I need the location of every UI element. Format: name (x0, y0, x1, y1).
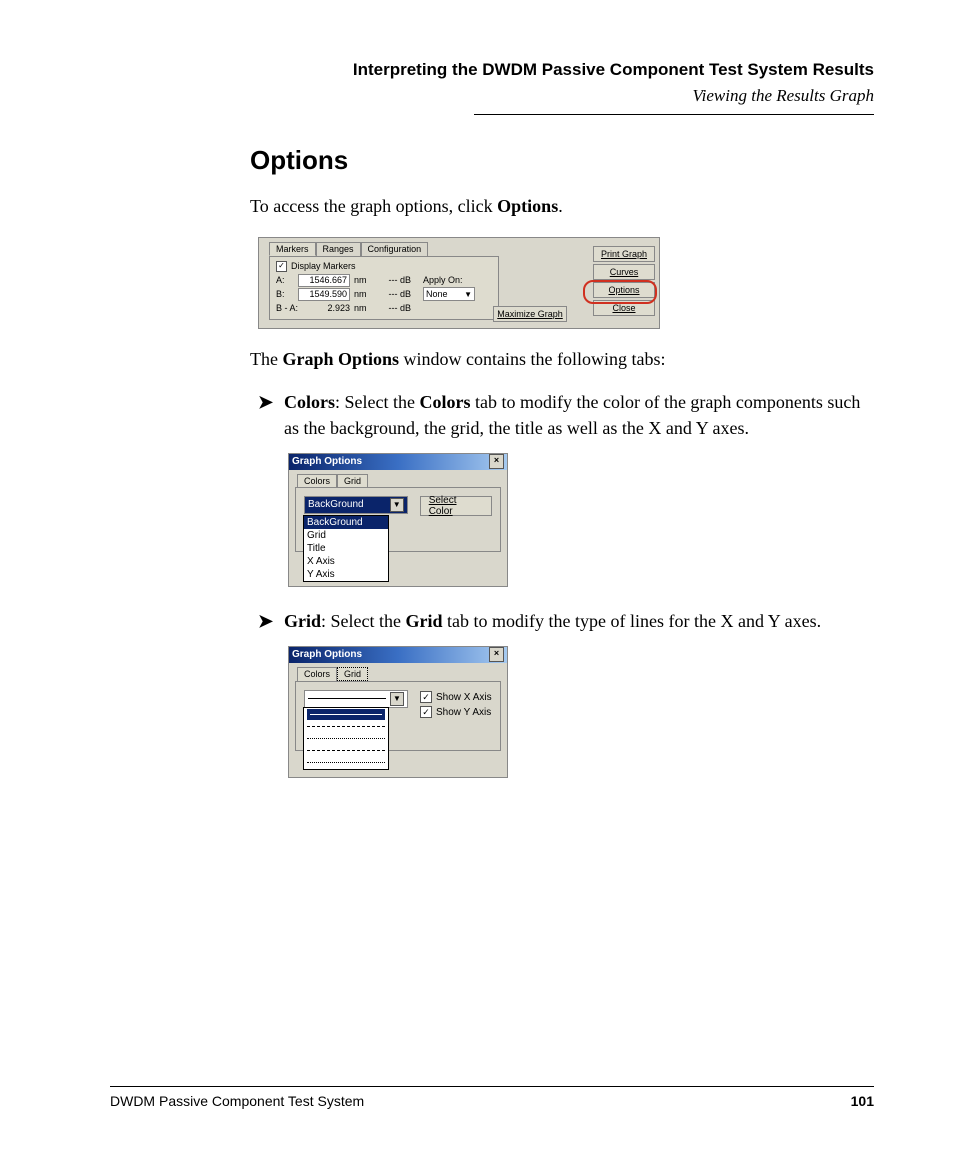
colors-b2: Colors (419, 392, 470, 412)
tab-grid[interactable]: Grid (337, 474, 368, 487)
chevron-down-icon: ▼ (464, 290, 472, 299)
show-x-label: Show X Axis (436, 690, 492, 705)
tab-configuration[interactable]: Configuration (361, 242, 429, 256)
tab-colors[interactable]: Colors (297, 474, 337, 487)
header-rule (474, 114, 874, 115)
options-toolbar-screenshot: Markers Ranges Configuration Display Mar… (258, 237, 660, 329)
section-heading: Options (250, 145, 874, 176)
grid-b2: Grid (406, 611, 443, 631)
maximize-graph-button[interactable]: Maximize Graph (493, 306, 567, 322)
color-target-value: BackGround (308, 499, 364, 510)
page-subheader: Viewing the Results Graph (110, 86, 874, 106)
grid-t2: tab to modify the type of lines for the … (443, 611, 822, 631)
graph-options-grid-dialog: Graph Options × Colors Grid ▼ Show X Axi… (288, 646, 508, 778)
list-item[interactable]: Y Axis (304, 568, 388, 581)
mid-text: The Graph Options window contains the fo… (250, 347, 874, 372)
rowBA-label: B - A: (276, 303, 300, 313)
list-item[interactable] (307, 721, 385, 732)
footer-left: DWDM Passive Component Test System (110, 1093, 364, 1109)
show-y-checkbox[interactable] (420, 706, 432, 718)
intro-text: To access the graph options, click Optio… (250, 194, 874, 219)
rowB-value[interactable]: 1549.590 (298, 288, 350, 301)
mid-pre: The (250, 349, 282, 369)
rowB-db: --- dB (389, 289, 412, 299)
dialog-title: Graph Options (292, 456, 362, 467)
list-item[interactable] (307, 733, 385, 744)
arrow-icon: ➤ (258, 609, 284, 634)
tab-ranges[interactable]: Ranges (316, 242, 361, 256)
select-color-button[interactable]: Select Color (420, 496, 492, 516)
mid-post: window contains the following tabs: (399, 349, 665, 369)
list-item[interactable]: Title (304, 542, 388, 555)
grid-bullet: Grid: Select the Grid tab to modify the … (284, 609, 874, 634)
page-number: 101 (851, 1093, 874, 1109)
rowA-label: A: (276, 275, 294, 285)
colors-t1: : Select the (335, 392, 419, 412)
apply-on-value: None (426, 289, 448, 299)
close-icon[interactable]: × (489, 454, 504, 469)
list-item[interactable]: BackGround (304, 516, 388, 529)
list-item[interactable] (307, 745, 385, 756)
arrow-icon: ➤ (258, 390, 284, 440)
display-markers-checkbox[interactable] (276, 261, 287, 272)
close-icon[interactable]: × (489, 647, 504, 662)
show-y-label: Show Y Axis (436, 705, 491, 720)
chevron-down-icon: ▼ (390, 498, 404, 512)
show-x-checkbox[interactable] (420, 691, 432, 703)
rowBA-unit: nm (354, 303, 367, 313)
dialog-title: Graph Options (292, 649, 362, 660)
colors-bullet: Colors: Select the Colors tab to modify … (284, 390, 874, 440)
rowA-apply: Apply On: (423, 275, 463, 285)
intro-bold: Options (497, 196, 558, 216)
grid-b1: Grid (284, 611, 321, 631)
mid-bold: Graph Options (282, 349, 399, 369)
rowBA-db: --- dB (389, 303, 412, 313)
list-item[interactable] (307, 709, 385, 720)
curves-button[interactable]: Curves (593, 264, 655, 280)
graph-options-colors-dialog: Graph Options × Colors Grid BackGround ▼… (288, 453, 508, 587)
intro-pre: To access the graph options, click (250, 196, 497, 216)
list-item[interactable] (307, 757, 385, 768)
list-item[interactable]: X Axis (304, 555, 388, 568)
rowA-unit: nm (354, 275, 367, 285)
chevron-down-icon: ▼ (390, 692, 404, 706)
list-item[interactable]: Grid (304, 529, 388, 542)
tab-markers[interactable]: Markers (269, 242, 316, 256)
grid-t1: : Select the (321, 611, 405, 631)
line-style-combo[interactable]: ▼ (304, 690, 408, 708)
colors-b1: Colors (284, 392, 335, 412)
display-markers-label: Display Markers (291, 261, 356, 271)
page-header: Interpreting the DWDM Passive Component … (110, 60, 874, 80)
intro-post: . (558, 196, 563, 216)
tab-grid[interactable]: Grid (337, 667, 368, 681)
print-graph-button[interactable]: Print Graph (593, 246, 655, 262)
options-highlight-circle (583, 280, 657, 304)
apply-on-select[interactable]: None ▼ (423, 287, 475, 301)
color-target-combo[interactable]: BackGround ▼ (304, 496, 408, 514)
rowB-unit: nm (354, 289, 367, 299)
rowA-db: --- dB (389, 275, 412, 285)
tab-colors[interactable]: Colors (297, 667, 337, 681)
line-preview-icon (308, 698, 386, 699)
rowA-value[interactable]: 1546.667 (298, 274, 350, 287)
line-style-dropdown[interactable] (303, 707, 389, 770)
rowBA-value: 2.923 (304, 303, 350, 313)
rowB-label: B: (276, 289, 294, 299)
color-target-dropdown[interactable]: BackGround Grid Title X Axis Y Axis (303, 515, 389, 582)
